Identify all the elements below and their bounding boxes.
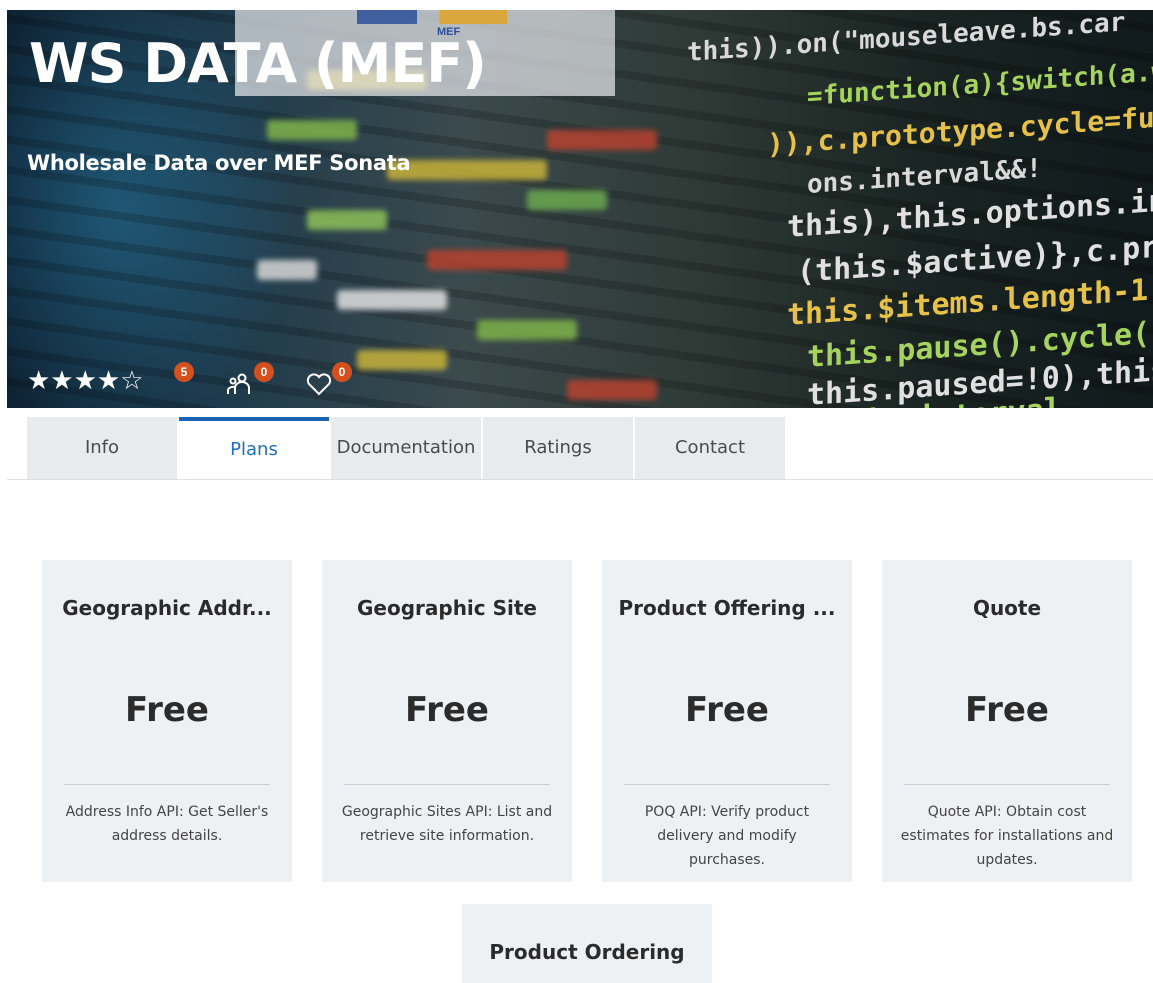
code-bar xyxy=(427,250,567,270)
plan-card-product-ordering[interactable]: Product Ordering xyxy=(462,904,712,983)
code-bar xyxy=(337,290,447,310)
tab-plans[interactable]: Plans xyxy=(179,417,329,479)
page-title: WS DATA (MEF) xyxy=(29,32,487,95)
plan-price: Free xyxy=(965,690,1049,730)
plan-description: POQ API: Verify product delivery and mod… xyxy=(644,804,810,868)
code-bar xyxy=(527,190,607,210)
plan-description: Quote API: Obtain cost estimates for ins… xyxy=(900,804,1114,868)
mef-logo-icon xyxy=(357,10,507,24)
plan-card-geographic-site[interactable]: Geographic Site Free Geographic Sites AP… xyxy=(322,560,572,882)
code-bar xyxy=(567,380,657,400)
tab-ratings[interactable]: Ratings xyxy=(483,417,633,479)
plan-divider xyxy=(904,784,1110,785)
plan-card-geographic-address[interactable]: Geographic Addr... Free Address Info API… xyxy=(42,560,292,882)
code-bar xyxy=(477,320,577,340)
plan-title: Geographic Site xyxy=(356,596,537,620)
plan-title: Product Offering ... xyxy=(618,596,836,620)
plan-title: Quote xyxy=(972,596,1042,620)
plan-price: Free xyxy=(125,690,209,730)
favorites-count-badge: 0 xyxy=(332,362,352,382)
tabs-divider xyxy=(7,479,1153,480)
code-bar xyxy=(257,260,317,280)
plan-divider xyxy=(344,784,550,785)
heart-icon[interactable] xyxy=(305,370,333,398)
code-bar xyxy=(547,130,657,150)
tab-contact[interactable]: Contact xyxy=(635,417,785,479)
plan-description: Geographic Sites API: List and retrieve … xyxy=(341,804,553,844)
code-bar xyxy=(267,120,357,140)
plan-price: Free xyxy=(405,690,489,730)
plan-card-quote[interactable]: Quote Free Quote API: Obtain cost estima… xyxy=(882,560,1132,882)
subscribers-icon[interactable] xyxy=(227,370,257,398)
tab-info[interactable]: Info xyxy=(27,417,177,479)
code-bar xyxy=(307,210,387,230)
plan-title: Geographic Addr... xyxy=(62,596,272,620)
api-hero-banner: this)).on("mouseleave.bs.car =function(a… xyxy=(7,10,1153,408)
plan-description: Address Info API: Get Seller's address d… xyxy=(65,804,269,844)
plan-divider xyxy=(64,784,270,785)
plan-price: Free xyxy=(685,690,769,730)
plan-divider xyxy=(624,784,830,785)
star-icon: ★★★★☆ xyxy=(27,365,144,395)
plan-title: Product Ordering xyxy=(489,940,685,964)
plan-card-product-offering[interactable]: Product Offering ... Free POQ API: Verif… xyxy=(602,560,852,882)
page-subtitle: Wholesale Data over MEF Sonata xyxy=(27,151,411,175)
tab-documentation[interactable]: Documentation xyxy=(331,417,481,479)
subscribers-count-badge: 0 xyxy=(254,362,274,382)
rating-count-badge: 5 xyxy=(174,362,194,382)
code-bar xyxy=(387,160,547,180)
code-bar xyxy=(357,350,447,370)
rating-stars[interactable]: ★★★★☆ xyxy=(27,366,144,394)
